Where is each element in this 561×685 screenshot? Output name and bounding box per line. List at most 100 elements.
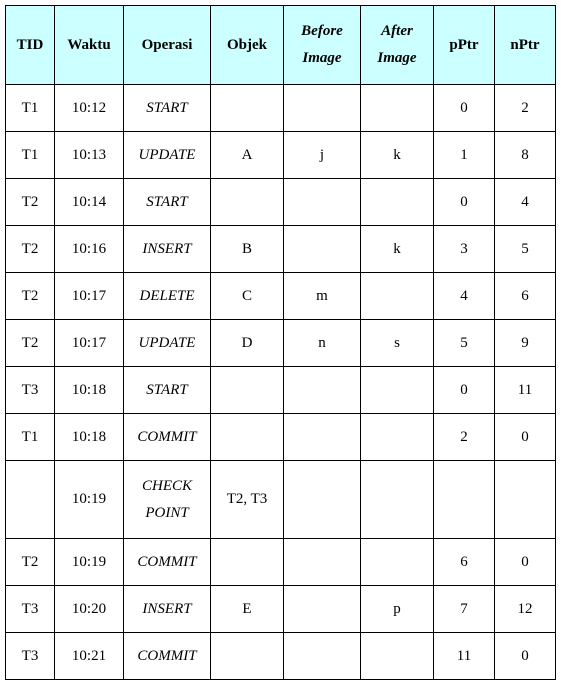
cell-objek <box>211 414 284 461</box>
cell-nptr: 11 <box>495 367 556 414</box>
cell-objek: B <box>211 226 284 273</box>
cell-before: n <box>284 320 361 367</box>
cell-pptr: 4 <box>434 273 495 320</box>
cell-after: s <box>361 320 434 367</box>
log-table: TID Waktu Operasi Objek Before Image Aft… <box>5 5 556 680</box>
cell-operasi: CHECK POINT <box>124 461 211 539</box>
cell-before <box>284 539 361 586</box>
table-row: 10:19 CHECK POINT T2, T3 <box>6 461 556 539</box>
cell-nptr: 0 <box>495 633 556 680</box>
cell-operasi: INSERT <box>124 226 211 273</box>
cell-nptr: 6 <box>495 273 556 320</box>
cell-operasi: START <box>124 85 211 132</box>
cell-nptr: 8 <box>495 132 556 179</box>
cell-pptr: 1 <box>434 132 495 179</box>
cell-after: k <box>361 132 434 179</box>
cell-nptr: 12 <box>495 586 556 633</box>
table-row: T2 10:16 INSERT B k 3 5 <box>6 226 556 273</box>
cell-operasi: COMMIT <box>124 539 211 586</box>
header-after: After Image <box>361 6 434 85</box>
header-row: TID Waktu Operasi Objek Before Image Aft… <box>6 6 556 85</box>
cell-pptr: 0 <box>434 367 495 414</box>
cell-objek <box>211 85 284 132</box>
cell-waktu: 10:17 <box>55 320 124 367</box>
cell-objek <box>211 539 284 586</box>
table-row: T1 10:12 START 0 2 <box>6 85 556 132</box>
header-tid: TID <box>6 6 55 85</box>
cell-pptr: 6 <box>434 539 495 586</box>
cell-operasi: START <box>124 367 211 414</box>
cell-waktu: 10:13 <box>55 132 124 179</box>
cell-tid: T2 <box>6 539 55 586</box>
cell-after <box>361 367 434 414</box>
cell-tid: T3 <box>6 367 55 414</box>
cell-after <box>361 633 434 680</box>
cell-operasi: UPDATE <box>124 320 211 367</box>
table-row: T2 10:17 UPDATE D n s 5 9 <box>6 320 556 367</box>
header-operasi: Operasi <box>124 6 211 85</box>
cell-before <box>284 179 361 226</box>
cell-objek <box>211 633 284 680</box>
cell-tid: T2 <box>6 273 55 320</box>
cell-before: m <box>284 273 361 320</box>
cell-waktu: 10:12 <box>55 85 124 132</box>
table-row: T1 10:18 COMMIT 2 0 <box>6 414 556 461</box>
table-row: T2 10:14 START 0 4 <box>6 179 556 226</box>
cell-tid: T1 <box>6 132 55 179</box>
cell-pptr: 2 <box>434 414 495 461</box>
cell-objek <box>211 367 284 414</box>
cell-tid: T3 <box>6 633 55 680</box>
cell-pptr: 7 <box>434 586 495 633</box>
header-pptr: pPtr <box>434 6 495 85</box>
header-objek: Objek <box>211 6 284 85</box>
cell-before <box>284 586 361 633</box>
cell-after <box>361 539 434 586</box>
cell-tid: T2 <box>6 320 55 367</box>
cell-operasi: DELETE <box>124 273 211 320</box>
header-before: Before Image <box>284 6 361 85</box>
cell-tid: T2 <box>6 226 55 273</box>
cell-after <box>361 273 434 320</box>
cell-nptr: 0 <box>495 539 556 586</box>
cell-objek: A <box>211 132 284 179</box>
table-row: T2 10:17 DELETE C m 4 6 <box>6 273 556 320</box>
cell-after <box>361 179 434 226</box>
cell-operasi: START <box>124 179 211 226</box>
cell-tid: T3 <box>6 586 55 633</box>
table-row: T2 10:19 COMMIT 6 0 <box>6 539 556 586</box>
cell-operasi-line1: CHECK <box>142 478 192 494</box>
table-row: T1 10:13 UPDATE A j k 1 8 <box>6 132 556 179</box>
cell-nptr: 0 <box>495 414 556 461</box>
cell-waktu: 10:21 <box>55 633 124 680</box>
cell-tid <box>6 461 55 539</box>
table-row: T3 10:18 START 0 11 <box>6 367 556 414</box>
cell-before <box>284 414 361 461</box>
header-before-line2: Image <box>302 50 341 66</box>
cell-objek: D <box>211 320 284 367</box>
cell-waktu: 10:19 <box>55 539 124 586</box>
cell-nptr <box>495 461 556 539</box>
cell-operasi: COMMIT <box>124 633 211 680</box>
cell-objek <box>211 179 284 226</box>
cell-after: p <box>361 586 434 633</box>
header-nptr: nPtr <box>495 6 556 85</box>
cell-operasi: INSERT <box>124 586 211 633</box>
cell-waktu: 10:19 <box>55 461 124 539</box>
cell-tid: T1 <box>6 414 55 461</box>
cell-objek: C <box>211 273 284 320</box>
cell-before <box>284 461 361 539</box>
cell-operasi-line2: POINT <box>145 505 188 521</box>
cell-pptr: 0 <box>434 85 495 132</box>
cell-tid: T1 <box>6 85 55 132</box>
header-waktu: Waktu <box>55 6 124 85</box>
table-row: T3 10:21 COMMIT 11 0 <box>6 633 556 680</box>
cell-nptr: 4 <box>495 179 556 226</box>
cell-pptr <box>434 461 495 539</box>
cell-before: j <box>284 132 361 179</box>
cell-pptr: 5 <box>434 320 495 367</box>
header-after-line1: After <box>381 23 413 39</box>
cell-after <box>361 461 434 539</box>
table-row: T3 10:20 INSERT E p 7 12 <box>6 586 556 633</box>
cell-objek: T2, T3 <box>211 461 284 539</box>
cell-waktu: 10:17 <box>55 273 124 320</box>
